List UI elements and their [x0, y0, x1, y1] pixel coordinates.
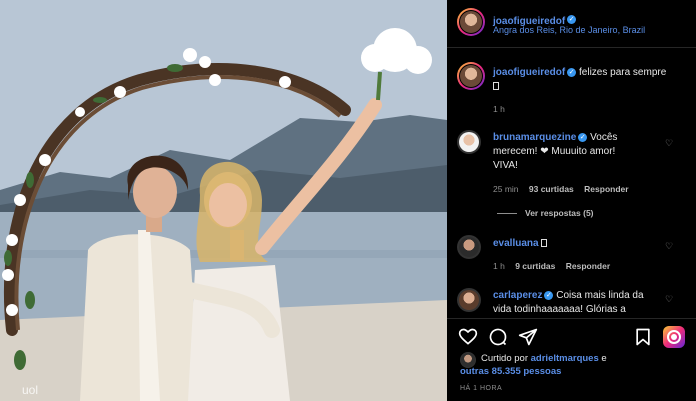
- liked-by-user[interactable]: adrieltmarques: [531, 353, 599, 364]
- caption-time: 1 h: [493, 104, 505, 114]
- caption-avatar[interactable]: [457, 62, 485, 90]
- comment-likes[interactable]: 9 curtidas: [515, 261, 555, 271]
- caption-username[interactable]: joaofigueiredof: [493, 67, 565, 78]
- emoji-placeholder-icon: [541, 239, 548, 248]
- post-side-panel: joaofigueiredof ✓ Angra dos Reis, Rio de …: [447, 0, 696, 401]
- commenter-avatar[interactable]: [457, 288, 481, 312]
- post-header: joaofigueiredof ✓ Angra dos Reis, Rio de …: [447, 0, 696, 48]
- liked-by-others[interactable]: outras 85.355 pessoas: [460, 366, 561, 377]
- reply-button[interactable]: Responder: [584, 184, 628, 194]
- comment-bubble-icon[interactable]: [488, 327, 508, 347]
- comment-text-line2: vida todinhaaaaaaa! Glórias a: [493, 304, 626, 315]
- comment-like-heart-icon[interactable]: ♡: [665, 138, 673, 149]
- comment-likes[interactable]: 93 curtidas: [529, 184, 574, 194]
- replies-divider: [497, 213, 517, 215]
- comment-text-line3: VIVA!: [493, 160, 518, 171]
- comment-text-line2: merecem! ❤ Muuuito amor!: [493, 146, 616, 157]
- watermark-text: uol: [22, 383, 38, 397]
- comment-like-heart-icon[interactable]: ♡: [665, 241, 673, 252]
- liked-by-joiner: e: [601, 353, 607, 364]
- comment-like-heart-icon[interactable]: ♡: [665, 294, 673, 305]
- bookmark-save-icon[interactable]: [633, 327, 653, 347]
- emoji-placeholder-icon: [493, 82, 499, 91]
- commenter-avatar[interactable]: [457, 130, 481, 154]
- comments-list: joaofigueiredof ✓ felizes para sempre 1 h…: [447, 48, 696, 318]
- app-logo-icon[interactable]: [663, 326, 685, 348]
- comment-username[interactable]: evalluana: [493, 238, 539, 249]
- view-replies-button[interactable]: Ver respostas (5): [497, 208, 594, 218]
- verified-badge-icon: ✓: [544, 290, 554, 300]
- share-send-icon[interactable]: [518, 327, 538, 347]
- reply-button[interactable]: Responder: [566, 261, 610, 271]
- liked-by-prefix: Curtido por: [481, 353, 528, 364]
- verified-badge-icon: ✓: [567, 15, 577, 25]
- author-avatar[interactable]: [457, 8, 485, 36]
- comment-username[interactable]: carlaperez: [493, 290, 542, 301]
- like-heart-icon[interactable]: [458, 327, 478, 347]
- comment-text-line1: Coisa mais linda da: [556, 290, 644, 301]
- comment-time: 1 h: [493, 261, 505, 271]
- action-bar: [447, 318, 696, 354]
- comment-time: 25 min: [493, 184, 519, 194]
- caption-text: felizes para sempre: [579, 67, 667, 78]
- wedding-photo-illustration: uol: [0, 0, 447, 401]
- post-photo[interactable]: uol: [0, 0, 447, 401]
- commenter-avatar[interactable]: [457, 235, 481, 259]
- post-location[interactable]: Angra dos Reis, Rio de Janeiro, Brazil: [493, 25, 645, 35]
- comment-text-line1: Vocês: [590, 132, 618, 143]
- post-timestamp[interactable]: HÁ 1 HORA: [460, 385, 502, 392]
- verified-badge-icon: ✓: [567, 67, 577, 77]
- comment-username[interactable]: brunamarquezine: [493, 132, 576, 143]
- verified-badge-icon: ✓: [578, 132, 588, 142]
